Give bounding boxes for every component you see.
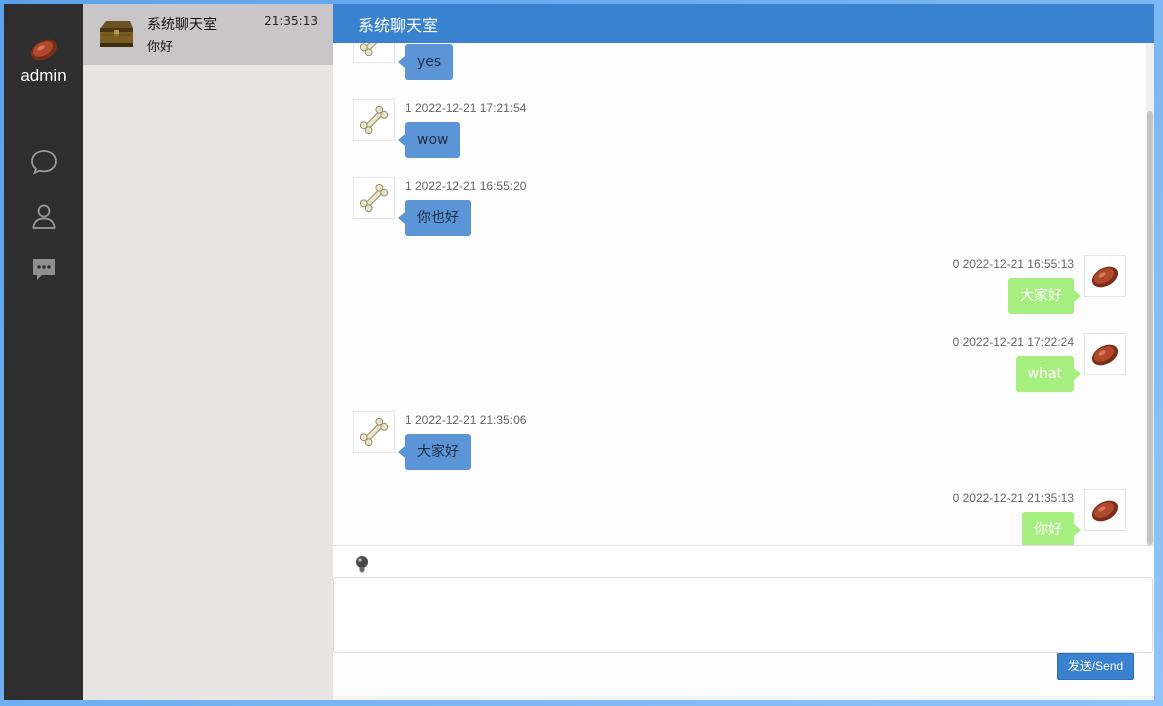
message-bubble: 你好 xyxy=(1022,512,1081,545)
chat-bubble-icon[interactable] xyxy=(30,148,58,176)
current-user-name: admin xyxy=(20,66,67,85)
bone-icon xyxy=(359,183,389,213)
steak-icon xyxy=(1091,344,1119,366)
message-meta: 0 2022-12-21 21:35:13 xyxy=(952,491,1074,505)
message-meta: 0 2022-12-21 16:55:13 xyxy=(952,257,1074,271)
bone-icon xyxy=(359,105,389,135)
contact-list: 系统聊天室 你好 21:35:13 xyxy=(83,4,333,700)
bone-icon xyxy=(359,417,389,447)
avatar xyxy=(353,99,395,141)
chat-panel: 系统聊天室 yes 1 2022-12-21 17:21:54 wow 1 20… xyxy=(333,4,1154,700)
message-scrollbar[interactable] xyxy=(1146,43,1154,545)
steak-icon xyxy=(1091,266,1119,288)
message-bubble: what xyxy=(1015,356,1082,392)
avatar xyxy=(1084,255,1126,297)
message-meta: 1 2022-12-21 17:21:54 xyxy=(405,101,527,115)
bottom-strip xyxy=(333,696,1154,700)
steak-icon xyxy=(1091,500,1119,522)
avatar xyxy=(353,177,395,219)
contact-item[interactable]: 系统聊天室 你好 21:35:13 xyxy=(83,4,333,65)
message-input[interactable] xyxy=(333,577,1153,653)
avatar xyxy=(353,411,395,453)
contact-last-message: 你好 xyxy=(147,40,174,55)
scrollbar-thumb[interactable] xyxy=(1147,111,1153,545)
message-meta: 0 2022-12-21 17:22:24 xyxy=(952,335,1074,349)
chat-app: admin 系统聊天室 你好 21:35:13 系统聊天室 yes 1 2022… xyxy=(4,4,1154,700)
avatar xyxy=(1084,489,1126,531)
message-bubble: yes xyxy=(397,44,454,80)
contact-name: 系统聊天室 xyxy=(147,17,217,33)
message-meta: 1 2022-12-21 16:55:20 xyxy=(405,179,527,193)
person-icon[interactable] xyxy=(30,202,58,230)
message-list[interactable]: yes 1 2022-12-21 17:21:54 wow 1 2022-12-… xyxy=(333,43,1154,545)
avatar xyxy=(353,43,395,63)
treasure-chest-icon xyxy=(100,21,133,47)
message-bubble: 大家好 xyxy=(398,434,471,470)
avatar xyxy=(1084,333,1126,375)
chat-title: 系统聊天室 xyxy=(333,4,1154,43)
message-bubble: 你也好 xyxy=(398,200,471,236)
contact-time: 21:35:13 xyxy=(264,14,318,28)
side-nav: admin xyxy=(4,4,83,700)
input-toolbar xyxy=(333,545,1154,578)
bone-icon xyxy=(359,43,384,57)
send-button[interactable]: 发送/Send xyxy=(1057,653,1134,680)
message-meta: 1 2022-12-21 21:35:06 xyxy=(405,413,527,427)
message-bubble: 大家好 xyxy=(1008,278,1081,314)
comment-icon[interactable] xyxy=(30,256,58,284)
message-bubble: wow xyxy=(397,122,461,158)
steak-icon[interactable] xyxy=(27,34,61,64)
lightbulb-icon[interactable] xyxy=(353,555,371,573)
